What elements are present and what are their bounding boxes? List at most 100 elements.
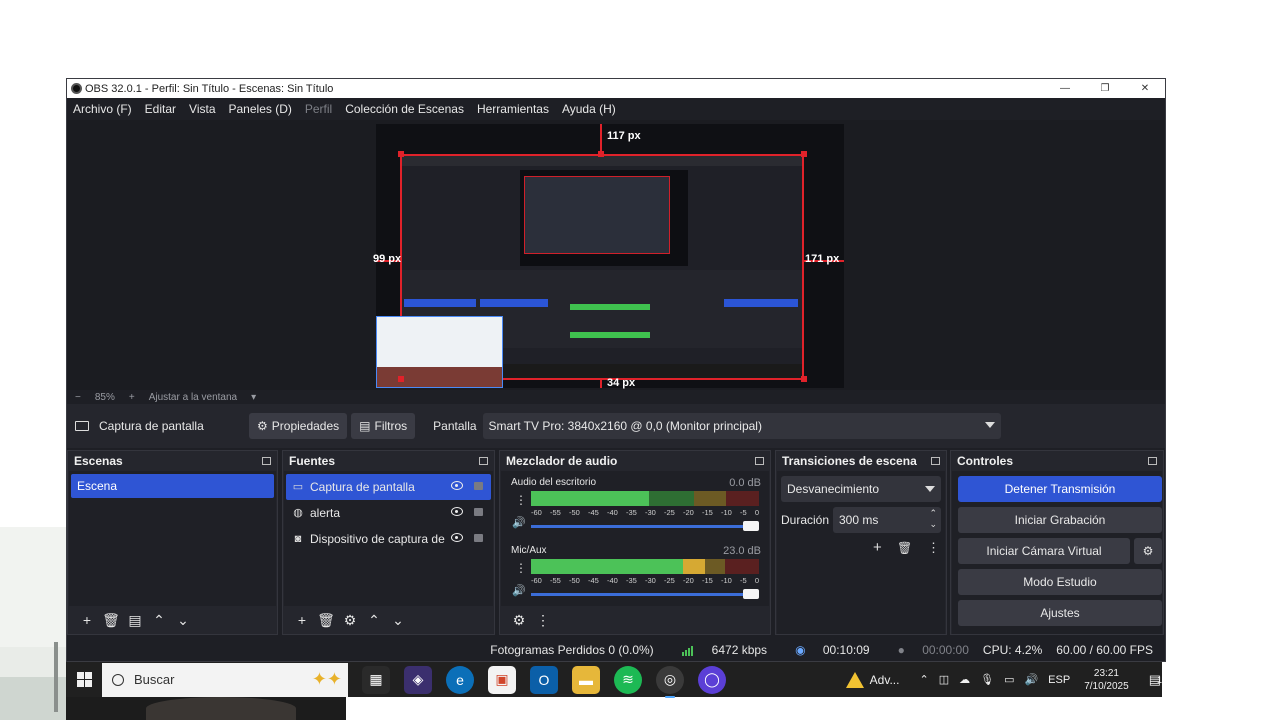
display-select[interactable]: Smart TV Pro: 3840x2160 @ 0,0 (Monitor p…	[482, 413, 1001, 439]
settings-button[interactable]: Ajustes	[958, 600, 1162, 626]
menu-herramientas[interactable]: Herramientas	[477, 102, 549, 116]
start-button[interactable]	[66, 662, 102, 697]
add-icon[interactable]: +	[873, 539, 882, 556]
outlook-icon[interactable]: O	[530, 665, 558, 694]
stepper-icon[interactable]: ⌃ ⌄	[929, 508, 937, 530]
gear-icon[interactable]: ⚙	[338, 612, 362, 629]
trash-icon[interactable]: 🗑	[99, 612, 123, 629]
edge-icon[interactable]: e	[446, 665, 474, 694]
monitor-icon	[75, 421, 89, 431]
microphone-icon[interactable]: 🎙	[980, 673, 994, 686]
undock-icon[interactable]	[262, 457, 271, 465]
app-icon[interactable]: ◯	[698, 665, 726, 694]
menu-editar[interactable]: Editar	[145, 102, 176, 116]
weather-label[interactable]: Adv...	[870, 673, 900, 687]
chevron-up-icon[interactable]: ⌃	[919, 673, 928, 686]
resize-handle[interactable]	[801, 376, 807, 382]
language-indicator[interactable]: ESP	[1048, 674, 1070, 686]
cloud-icon[interactable]: ☁	[959, 673, 970, 686]
trash-icon[interactable]: 🗑	[897, 541, 912, 555]
speaker-icon[interactable]: 🔊	[512, 516, 526, 529]
start-virtual-camera-button[interactable]: Iniciar Cámara Virtual	[958, 538, 1130, 564]
minimize-button[interactable]: —	[1045, 83, 1085, 94]
display-icon[interactable]: ▭	[1004, 673, 1014, 686]
copilot-icon[interactable]: ◈	[404, 665, 432, 694]
taskbar-search[interactable]: Buscar ✦✦	[102, 662, 348, 697]
add-icon[interactable]: +	[75, 612, 99, 628]
lock-icon[interactable]	[474, 482, 483, 490]
undock-icon[interactable]	[755, 457, 764, 465]
resize-handle[interactable]	[801, 151, 807, 157]
undock-icon[interactable]	[931, 457, 940, 465]
menu-perfil[interactable]: Perfil	[305, 102, 332, 116]
resize-handle[interactable]	[598, 151, 604, 157]
filters-button[interactable]: ▤ Filtros	[351, 413, 416, 439]
duration-input[interactable]: 300 ms ⌃ ⌄	[833, 507, 941, 533]
trash-icon[interactable]: 🗑	[314, 612, 338, 629]
volume-slider[interactable]	[531, 589, 759, 599]
transition-select[interactable]: Desvanecimiento	[781, 476, 941, 502]
rec-time: 00:00:00	[922, 643, 969, 657]
chevron-up-icon[interactable]: ⌃	[147, 612, 171, 629]
more-options-icon[interactable]: ⋮	[531, 612, 555, 629]
clock[interactable]: 23:21 7/10/2025	[1084, 667, 1129, 693]
gear-icon[interactable]: ⚙	[507, 612, 531, 629]
menu-ayuda[interactable]: Ayuda (H)	[562, 102, 616, 116]
source-item-capture-device[interactable]: ◙ Dispositivo de captura de	[286, 526, 491, 552]
more-options-icon[interactable]: ⋮	[515, 493, 527, 507]
start-recording-button[interactable]: Iniciar Grabación	[958, 507, 1162, 533]
zoom-dropdown-icon[interactable]: ▾	[251, 392, 256, 403]
scene-item[interactable]: Escena	[71, 474, 274, 498]
store-icon[interactable]: ▣	[488, 665, 516, 694]
chevron-down-icon[interactable]: ⌄	[386, 612, 410, 629]
meter-tick-label: -50	[569, 508, 580, 517]
spotify-icon[interactable]: ≋	[614, 665, 642, 694]
stop-stream-button[interactable]: Detener Transmisión	[958, 476, 1162, 502]
add-icon[interactable]: +	[290, 612, 314, 628]
volume-slider[interactable]	[531, 521, 759, 531]
lock-icon[interactable]	[474, 508, 483, 516]
slider-knob[interactable]	[743, 589, 759, 599]
fit-to-window-label[interactable]: Ajustar a la ventana	[149, 392, 237, 403]
eye-icon[interactable]	[451, 533, 463, 542]
source-item-screen-capture[interactable]: ▭ Captura de pantalla	[286, 474, 491, 500]
menu-paneles[interactable]: Paneles (D)	[229, 102, 292, 116]
properties-button[interactable]: ⚙ Propiedades	[249, 413, 348, 439]
undock-icon[interactable]	[1148, 457, 1157, 465]
sources-dock: Fuentes ▭ Captura de pantalla ◍ alerta ◙…	[282, 450, 495, 635]
volume-icon[interactable]: 🔊	[1024, 673, 1038, 686]
file-explorer-icon[interactable]: ▬	[572, 665, 600, 694]
obs-icon[interactable]: ◎	[656, 665, 684, 698]
zoom-in-button[interactable]: +	[129, 392, 135, 403]
meter-tick-label: -35	[626, 508, 637, 517]
source-item-alerta[interactable]: ◍ alerta	[286, 500, 491, 526]
more-options-icon[interactable]: ⋮	[515, 561, 527, 575]
preview-area[interactable]: 117 px 99 px 171 px 34 px	[67, 120, 1165, 390]
chevron-down-icon[interactable]: ⌄	[171, 612, 195, 629]
resize-handle[interactable]	[398, 151, 404, 157]
tray-app-icon[interactable]: ◫	[939, 673, 949, 686]
undock-icon[interactable]	[479, 457, 488, 465]
virtual-camera-settings-button[interactable]: ⚙	[1134, 538, 1162, 564]
menu-coleccion[interactable]: Colección de Escenas	[345, 102, 464, 116]
menu-archivo[interactable]: Archivo (F)	[73, 102, 132, 116]
task-view-icon[interactable]: ▦	[362, 665, 390, 694]
more-options-icon[interactable]: ⋮	[927, 540, 940, 556]
meter-tick-label: -10	[721, 576, 732, 585]
studio-mode-button[interactable]: Modo Estudio	[958, 569, 1162, 595]
slider-knob[interactable]	[743, 521, 759, 531]
speaker-icon[interactable]: 🔊	[512, 584, 526, 597]
record-icon: ●	[897, 643, 909, 657]
menu-vista[interactable]: Vista	[189, 102, 215, 116]
warning-icon[interactable]	[845, 671, 864, 688]
capture-device-source[interactable]	[376, 316, 503, 388]
eye-icon[interactable]	[451, 507, 463, 516]
filter-icon[interactable]: ▤	[123, 612, 147, 629]
resize-handle[interactable]	[398, 376, 404, 382]
chevron-up-icon[interactable]: ⌃	[362, 612, 386, 629]
zoom-out-button[interactable]: −	[75, 392, 81, 403]
close-button[interactable]: ✕	[1125, 83, 1165, 94]
eye-icon[interactable]	[451, 481, 463, 490]
lock-icon[interactable]	[474, 534, 483, 542]
restore-button[interactable]: ❐	[1085, 83, 1125, 94]
